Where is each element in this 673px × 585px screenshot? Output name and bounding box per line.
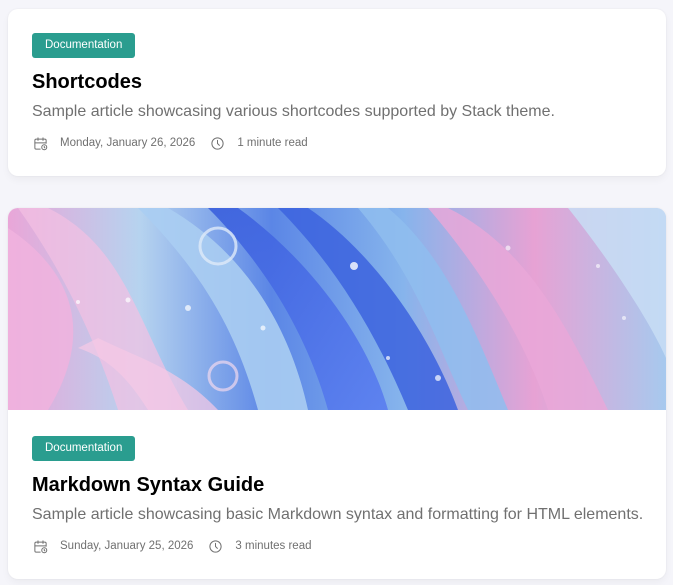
clock-icon <box>207 538 223 554</box>
article-card-markdown-syntax-guide[interactable]: Documentation Markdown Syntax Guide Samp… <box>8 208 666 579</box>
article-subtitle: Sample article showcasing basic Markdown… <box>32 506 644 523</box>
article-meta: Monday, January 26, 2026 1 minute read <box>32 134 642 152</box>
article-list: Documentation Shortcodes Sample article … <box>0 0 673 585</box>
article-title[interactable]: Shortcodes <box>32 70 642 94</box>
article-cover-image[interactable] <box>8 208 666 410</box>
calendar-clock-icon <box>32 538 48 554</box>
article-title[interactable]: Markdown Syntax Guide <box>32 473 642 497</box>
category-badge[interactable]: Documentation <box>32 33 136 58</box>
article-date: Sunday, January 25, 2026 <box>60 540 194 552</box>
reading-time: 1 minute read <box>237 137 308 149</box>
reading-time: 3 minutes read <box>235 540 312 552</box>
article-date: Monday, January 26, 2026 <box>60 137 196 149</box>
calendar-clock-icon <box>32 135 48 151</box>
article-meta: Sunday, January 25, 2026 3 minutes read <box>32 537 642 555</box>
article-details: Documentation Markdown Syntax Guide Samp… <box>32 436 644 555</box>
category-badge[interactable]: Documentation <box>32 436 136 461</box>
article-card-shortcodes[interactable]: Documentation Shortcodes Sample article … <box>8 9 666 176</box>
article-subtitle: Sample article showcasing various shortc… <box>32 103 555 120</box>
article-details: Documentation Shortcodes Sample article … <box>32 33 642 152</box>
clock-icon <box>209 135 225 151</box>
